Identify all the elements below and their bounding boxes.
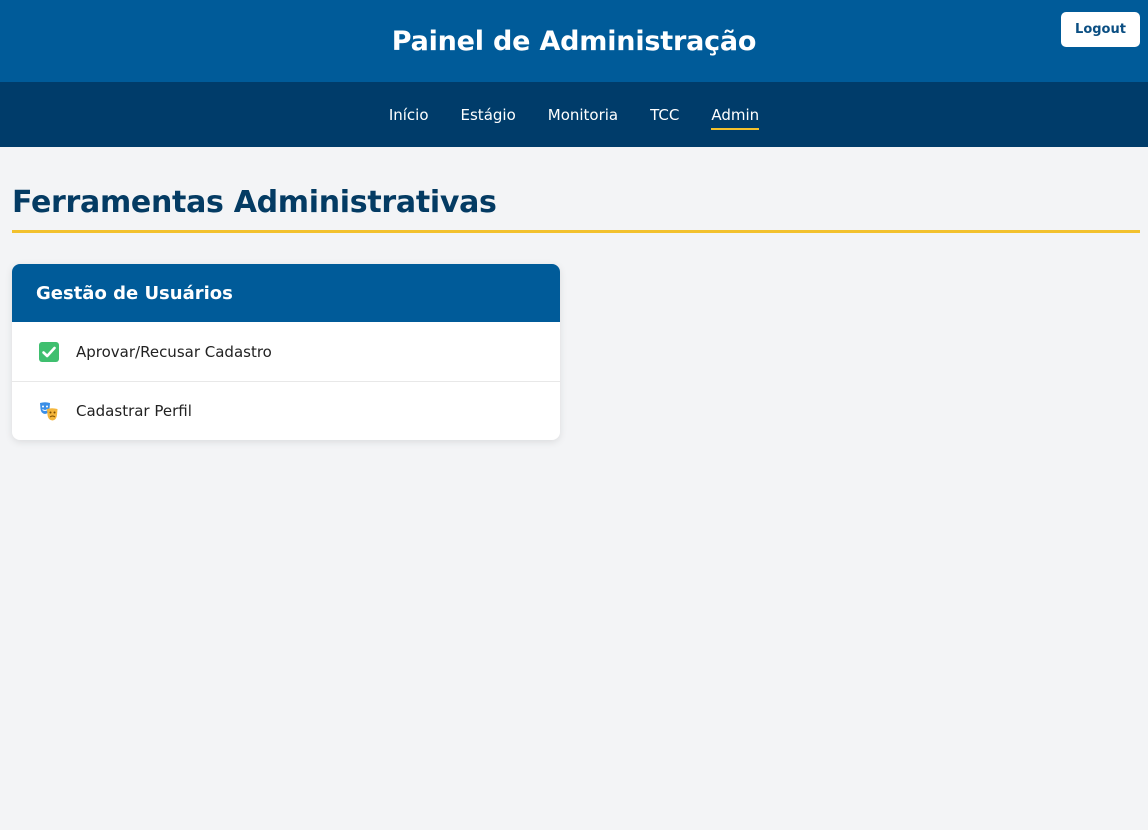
nav-item-monitoria[interactable]: Monitoria bbox=[548, 100, 618, 130]
register-profile-label: Cadastrar Perfil bbox=[76, 402, 192, 420]
logout-button[interactable]: Logout bbox=[1061, 12, 1140, 47]
main-nav: Início Estágio Monitoria TCC Admin bbox=[0, 82, 1148, 147]
theater-masks-icon bbox=[38, 400, 60, 422]
approve-registration-label: Aprovar/Recusar Cadastro bbox=[76, 342, 272, 361]
user-management-card: Gestão de Usuários Aprovar/Recusar Cadas… bbox=[12, 264, 560, 440]
top-header: Painel de Administração Logout bbox=[0, 0, 1148, 82]
main-content: Ferramentas Administrativas Gestão de Us… bbox=[0, 147, 1148, 440]
card-title: Gestão de Usuários bbox=[12, 264, 560, 322]
nav-item-estagio[interactable]: Estágio bbox=[461, 100, 516, 130]
section-title: Ferramentas Administrativas bbox=[12, 185, 1140, 233]
page-header-title: Painel de Administração bbox=[391, 25, 757, 57]
nav-item-admin[interactable]: Admin bbox=[711, 100, 759, 130]
approve-registration-link[interactable]: Aprovar/Recusar Cadastro bbox=[12, 322, 560, 381]
register-profile-link[interactable]: Cadastrar Perfil bbox=[12, 381, 560, 440]
check-mark-icon bbox=[38, 341, 60, 363]
nav-item-tcc[interactable]: TCC bbox=[650, 100, 679, 130]
nav-item-inicio[interactable]: Início bbox=[389, 100, 429, 130]
